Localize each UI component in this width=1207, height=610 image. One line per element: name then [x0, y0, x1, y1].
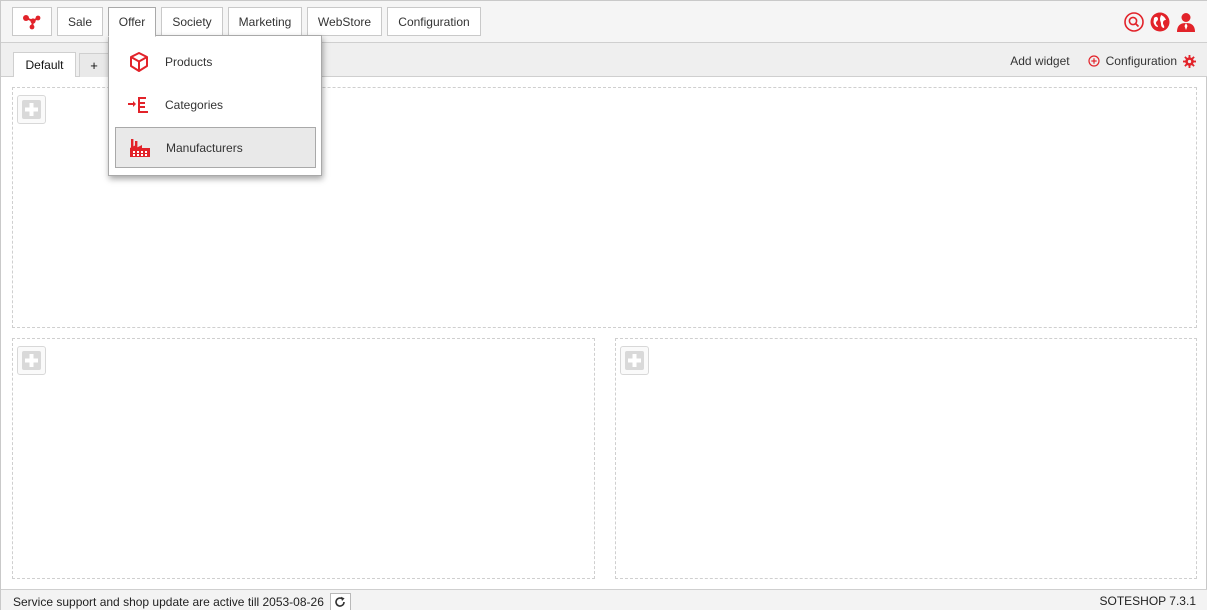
search-icon[interactable]	[1124, 12, 1144, 32]
support-status-text: Service support and shop update are acti…	[13, 595, 324, 609]
offer-dropdown-menu: Products Categories Manufacturers	[108, 35, 322, 176]
refresh-icon	[335, 596, 346, 607]
network-logo-icon	[23, 14, 41, 29]
category-tree-icon	[127, 94, 151, 116]
add-widget-icon	[22, 100, 41, 119]
nav-webstore[interactable]: WebStore	[307, 7, 382, 36]
user-icon[interactable]	[1176, 12, 1196, 32]
tab-default[interactable]: Default	[13, 52, 76, 77]
gear-icon[interactable]	[1183, 54, 1196, 68]
widget-area-bottom-right	[615, 338, 1197, 579]
add-tab-button[interactable]: +	[79, 53, 109, 77]
add-widget-icon	[22, 351, 41, 370]
box-icon	[127, 51, 151, 73]
plus-circle-icon[interactable]	[1088, 55, 1100, 67]
dashboard-tools: Add widget Configuration	[1010, 54, 1196, 68]
nav-society[interactable]: Society	[161, 7, 223, 36]
add-widget-button[interactable]	[620, 346, 649, 375]
status-bar: Service support and shop update are acti…	[1, 589, 1207, 610]
nav-sale[interactable]: Sale	[57, 7, 103, 36]
add-widget-icon	[625, 351, 644, 370]
menu-item-label: Categories	[165, 97, 224, 112]
add-widget-button[interactable]	[17, 95, 46, 124]
factory-icon	[128, 137, 152, 159]
configuration-link[interactable]: Configuration	[1106, 54, 1177, 68]
nav-marketing[interactable]: Marketing	[228, 7, 302, 36]
menu-item-label: Manufacturers	[166, 140, 243, 155]
menu-item-products[interactable]: Products	[115, 41, 316, 82]
nav-configuration[interactable]: Configuration	[387, 7, 481, 36]
refresh-button[interactable]	[329, 593, 351, 610]
menu-item-manufacturers[interactable]: Manufacturers	[115, 127, 316, 168]
app-window: Sale Offer Society Marketing WebStore Co…	[0, 0, 1207, 610]
widget-area-bottom-left	[12, 338, 595, 579]
add-widget-link[interactable]: Add widget	[1010, 54, 1069, 68]
header-tools	[1124, 11, 1196, 33]
menu-item-categories[interactable]: Categories	[115, 84, 316, 125]
add-widget-button[interactable]	[17, 346, 46, 375]
home-logo-button[interactable]	[12, 7, 52, 36]
version-label: SOTESHOP 7.3.1	[1099, 594, 1197, 608]
globe-icon[interactable]	[1150, 12, 1170, 32]
menu-item-label: Products	[165, 54, 213, 69]
nav-offer[interactable]: Offer	[108, 7, 156, 37]
